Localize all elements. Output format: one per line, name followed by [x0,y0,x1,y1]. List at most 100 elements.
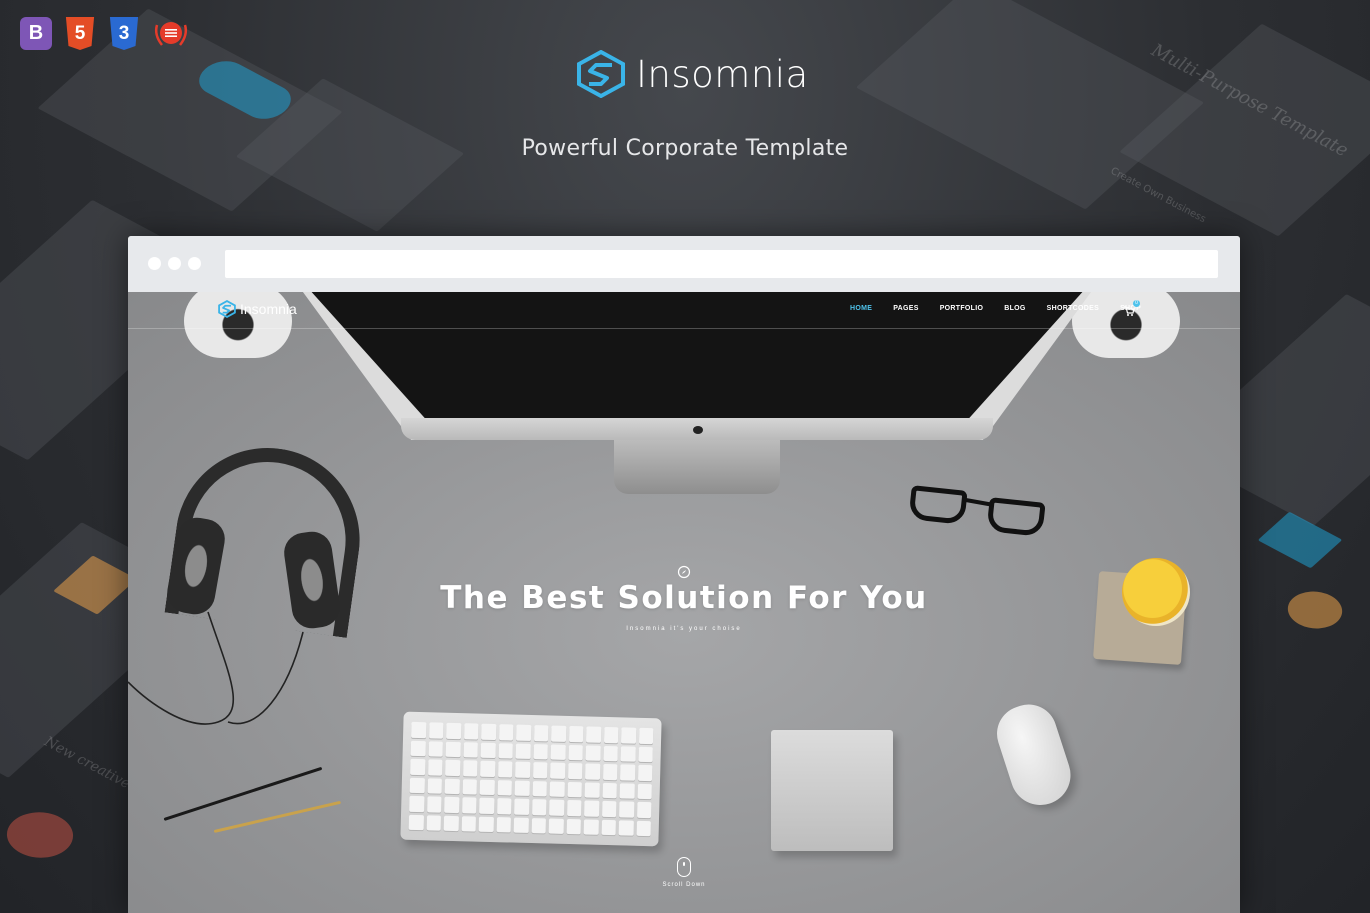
keyboard-key [551,725,566,742]
window-dot [168,257,181,270]
website-preview: Insomnia HOME PAGES PORTFOLIO BLOG SHORT… [128,292,1240,913]
browser-mockup: Insomnia HOME PAGES PORTFOLIO BLOG SHORT… [128,236,1240,913]
keyboard-key [444,796,460,813]
hero-title: The Best Solution For You [440,580,928,616]
cart-button[interactable]: 0 [1123,300,1141,316]
nav-blog[interactable]: BLOG [1004,305,1025,312]
hero-subtitle: Insomnia it's your choise [626,626,742,632]
brand-name: Insomnia [636,52,809,96]
site-logo-text: Insomnia [240,301,297,317]
logo-icon [218,300,236,318]
keyboard-key [411,721,426,738]
keyboard-key [445,759,460,776]
keyboard-key [566,799,582,816]
keyboard-key [602,763,618,780]
bg-preview-card [1277,584,1353,636]
keyboard-key [636,801,652,818]
keyboard-key [461,797,477,814]
keyboard-key [531,817,546,834]
keyboard-key [549,799,564,816]
keyboard-key [446,722,461,739]
nav-shortcodes[interactable]: SHORTCODES [1047,305,1099,312]
keyboard-key [585,744,601,761]
monitor-stand [614,440,780,494]
css3-icon: 3 [109,17,139,50]
compass-icon [677,565,691,579]
cart-icon [1124,306,1135,316]
brand-logo: Insomnia [576,50,809,98]
keyboard-image [400,711,662,847]
bg-preview-card [1257,511,1343,569]
keyboard-key [550,744,566,760]
browser-toolbar [128,236,1240,292]
keyboard-key [463,741,478,758]
address-bar[interactable] [225,250,1218,278]
keyboard-key [533,725,549,741]
keyboard-key [462,760,478,777]
bg-preview-card [0,803,87,867]
scroll-down-icon[interactable] [677,857,691,877]
bootstrap-icon: B [20,17,52,50]
keyboard-key [427,759,443,776]
keyboard-key [496,816,511,833]
keyboard-key [531,799,547,815]
scroll-down-label[interactable]: Scroll Down [128,882,1240,888]
keyboard-key [638,727,654,744]
tagline: Powerful Corporate Template [521,136,849,161]
award-icon [152,17,190,50]
tech-badges: B 5 3 [20,17,190,50]
keyboard-key [619,801,634,818]
keyboard-key [532,780,547,797]
keyboard-key [410,740,426,757]
keyboard-key [513,817,529,833]
bg-preview-card [855,0,1205,210]
keyboard-key [480,742,496,759]
nav-portfolio[interactable]: PORTFOLIO [940,305,984,312]
mouse-image [989,697,1079,813]
keyboard-key [566,818,581,835]
cart-count-badge: 0 [1133,300,1140,307]
keyboard-key [444,778,460,795]
keyboard-key [409,777,425,794]
keyboard-key [514,780,530,796]
keyboard-key [479,779,495,796]
keyboard-key [408,814,424,831]
keyboard-key [498,724,514,741]
keyboard-key [478,816,494,833]
keyboard-key [426,796,442,813]
keyboard-key [550,762,565,779]
pencil-image [213,800,342,833]
keyboard-key [637,746,653,763]
trackpad-image [771,730,893,851]
html5-icon: 5 [65,17,95,50]
keyboard-key [480,760,495,777]
keyboard-key [618,819,634,836]
keyboard-key [515,743,531,759]
keyboard-key [533,743,548,760]
keyboard-key [637,764,653,781]
keyboard-key [584,800,599,817]
nav-pages[interactable]: PAGES [893,305,919,312]
keyboard-key [426,814,442,831]
keyboard-key [585,763,600,780]
keyboard-key [462,778,477,795]
keyboard-key [443,815,459,832]
site-logo[interactable]: Insomnia [218,300,297,318]
keyboard-key [548,817,564,834]
keyboard-key [620,727,636,744]
main-menu: HOME PAGES PORTFOLIO BLOG SHORTCODES SHO… [850,305,1162,312]
keyboard-key [514,798,529,815]
site-navbar: Insomnia HOME PAGES PORTFOLIO BLOG SHORT… [128,292,1240,329]
window-dot [188,257,201,270]
apple-logo-icon [693,426,703,434]
keyboard-key [620,745,636,762]
keyboard-key [568,744,583,761]
keyboard-key [409,795,425,812]
nav-home[interactable]: HOME [850,305,872,312]
keyboard-key [602,782,617,799]
bg-label: New creative [41,733,133,793]
keyboard-key [516,724,531,741]
keyboard-key [481,723,496,740]
keyboard-key [583,818,599,835]
keyboard-key [445,741,461,758]
